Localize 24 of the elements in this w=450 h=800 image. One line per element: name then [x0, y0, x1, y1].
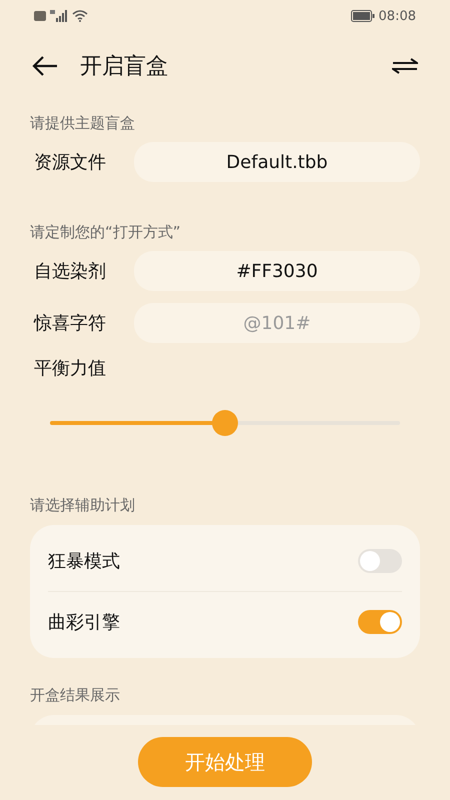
slider[interactable]: [50, 410, 400, 436]
signal-icon: [50, 10, 68, 22]
section-label: 请定制您的“打开方式”: [30, 223, 182, 242]
battery-icon: [350, 10, 375, 22]
field-label: 资源文件: [33, 151, 107, 174]
input-field[interactable]: Default.tbb: [134, 142, 420, 182]
toggle-switch[interactable]: [358, 549, 402, 573]
swap-arrows-icon[interactable]: [392, 58, 418, 74]
section-label: 请选择辅助计划: [30, 496, 136, 515]
input-field[interactable]: @101#: [134, 303, 420, 343]
field-label: 惊喜字符: [32, 312, 107, 335]
input-field[interactable]: #FF3030: [134, 251, 420, 291]
slider-thumb[interactable]: [212, 410, 238, 436]
wifi-icon: [72, 10, 88, 22]
section-label: 开盒结果展示: [30, 686, 121, 705]
toggle-switch[interactable]: [358, 610, 402, 634]
option-label: 狂暴模式: [48, 550, 120, 573]
field-label: 平衡力值: [33, 357, 107, 380]
page-title: 开启盲盒: [80, 53, 169, 81]
option-label: 曲彩引擎: [48, 611, 120, 634]
back-arrow-icon[interactable]: [32, 56, 58, 76]
clock: 08:08: [378, 8, 416, 24]
section-label: 请提供主题盲盒: [30, 114, 136, 133]
field-label: 自选染剂: [33, 260, 107, 283]
